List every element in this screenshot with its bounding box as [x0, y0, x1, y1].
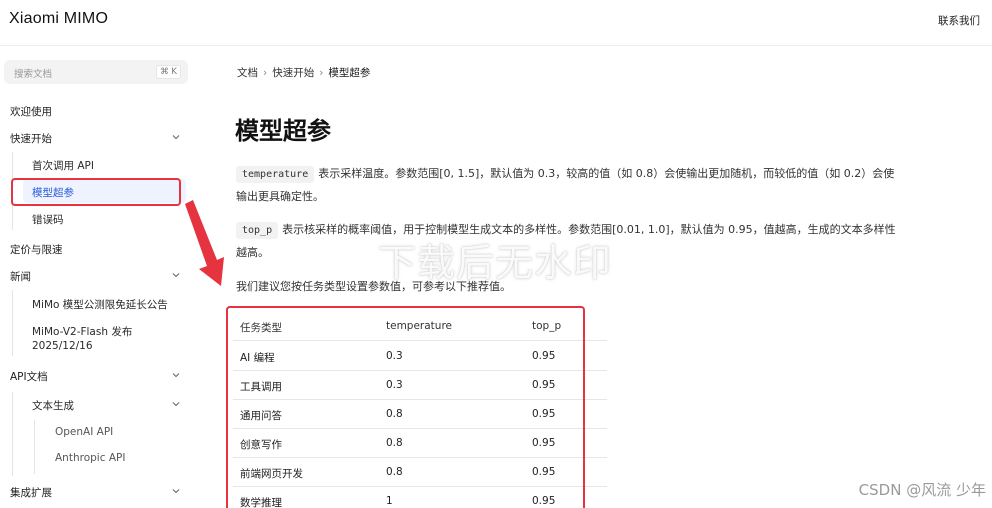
sidebar-item-pricing[interactable]: 定价与限速	[10, 242, 63, 257]
nav-guide-line	[12, 392, 13, 476]
sidebar-item-first-api-call[interactable]: 首次调用 API	[32, 158, 94, 173]
chevron-down-icon[interactable]	[172, 400, 180, 408]
sidebar-item-news[interactable]: 新闻	[10, 269, 31, 284]
breadcrumb-item-quickstart[interactable]: 快速开始	[272, 67, 314, 79]
annotation-arrow	[185, 200, 224, 286]
sidebar-item-welcome[interactable]: 欢迎使用	[10, 104, 52, 119]
csdn-credit-prefix: CSDN	[858, 481, 902, 499]
brand-logo[interactable]: Xiaomi MIMO	[9, 10, 108, 28]
paragraph-temperature: temperature 表示采样温度。参数范围[0, 1.5]，默认值为 0.3，…	[236, 163, 976, 208]
chevron-right-icon: ›	[263, 67, 268, 79]
watermark-text: 下载后无水印	[378, 241, 613, 285]
search-shortcut-badge: ⌘ K	[156, 65, 181, 79]
sidebar-item-quickstart[interactable]: 快速开始	[10, 131, 52, 146]
nav-guide-line	[12, 290, 13, 356]
sidebar-item-news-promo[interactable]: MiMo 模型公测限免延长公告	[32, 297, 168, 312]
search-input[interactable]: 搜索文档 ⌘ K	[4, 60, 188, 84]
breadcrumb: 文档 › 快速开始 › 模型超参	[237, 65, 370, 80]
sidebar-item-integrations[interactable]: 集成扩展	[10, 485, 52, 500]
sidebar-item-news-release[interactable]: MiMo-V2-Flash 发布	[32, 324, 132, 339]
sidebar-item-text-gen[interactable]: 文本生成	[32, 398, 74, 413]
highlight-box-table	[226, 306, 585, 508]
chevron-down-icon[interactable]	[172, 271, 180, 279]
breadcrumb-item-current: 模型超参	[328, 67, 371, 79]
sidebar-item-error-codes[interactable]: 错误码	[32, 212, 64, 227]
paragraph-text: 输出更具确定性。	[236, 190, 324, 203]
sidebar-item-openai-api[interactable]: OpenAI API	[55, 426, 113, 438]
chevron-down-icon[interactable]	[172, 487, 180, 495]
search-placeholder: 搜索文档	[14, 69, 53, 80]
csdn-credit: CSDN @风流 少年	[859, 479, 986, 500]
inline-code-top-p: top_p	[236, 222, 279, 239]
sidebar-item-anthropic-api[interactable]: Anthropic API	[55, 452, 125, 464]
page-title: 模型超参	[235, 117, 331, 145]
paragraph-text: 越高。	[236, 246, 269, 259]
sidebar-item-news-release-date[interactable]: 2025/12/16	[32, 340, 93, 352]
inline-code-temperature: temperature	[236, 166, 315, 183]
breadcrumb-item-docs[interactable]: 文档	[237, 67, 258, 79]
csdn-credit-name: @风流 少年	[906, 481, 986, 499]
nav-guide-line	[34, 420, 35, 474]
chevron-down-icon[interactable]	[172, 133, 180, 141]
chevron-down-icon[interactable]	[172, 371, 180, 379]
highlight-box-sidebar	[11, 178, 181, 206]
chevron-right-icon: ›	[319, 67, 324, 79]
paragraph-text: 表示采样温度。参数范围[0, 1.5]，默认值为 0.3，较高的值（如 0.8）…	[318, 167, 895, 180]
top-bar: Xiaomi MIMO 联系我们	[0, 0, 992, 46]
sidebar-item-api-docs[interactable]: API文档	[10, 369, 48, 384]
contact-us-link[interactable]: 联系我们	[938, 13, 980, 28]
